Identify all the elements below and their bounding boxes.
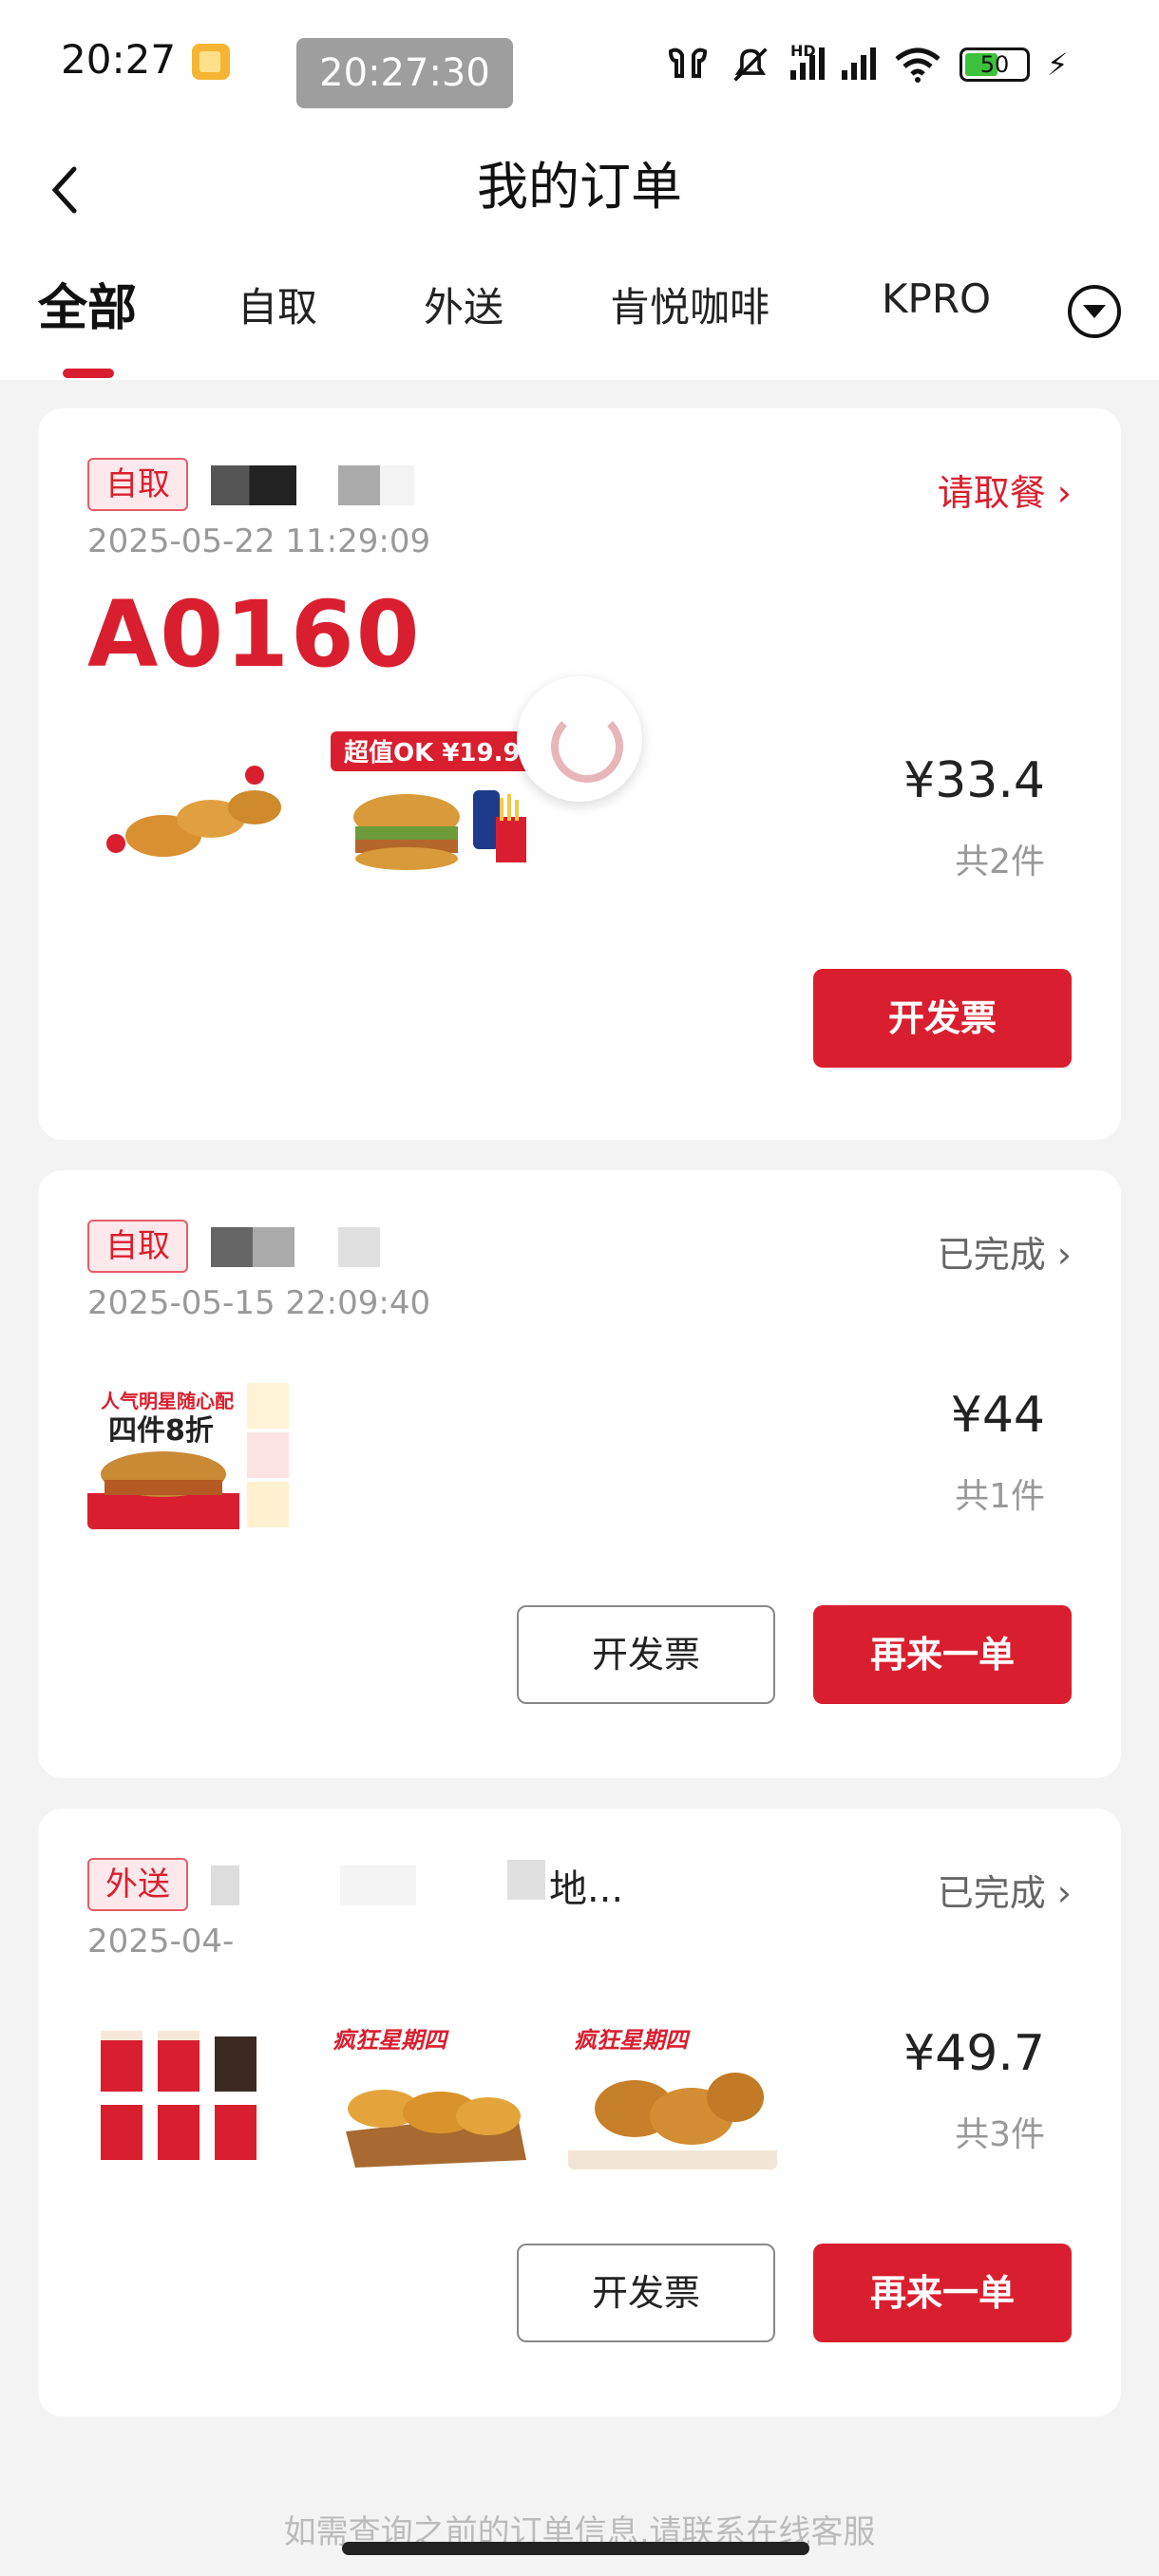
tab-kpro[interactable]: KPRO bbox=[882, 275, 991, 322]
status-bar: 20:27 20:27:30 HD 50 ⚡ bbox=[0, 0, 1159, 133]
reorder-button[interactable]: 再来一单 bbox=[813, 1605, 1072, 1704]
tab-coffee[interactable]: 肯悦咖啡 bbox=[610, 275, 770, 333]
tab-all[interactable]: 全部 bbox=[38, 268, 137, 339]
redacted-store-name bbox=[211, 1227, 294, 1267]
order-status: 请取餐 bbox=[937, 472, 1046, 514]
mute-bell-icon bbox=[733, 47, 768, 82]
pickup-code: A0160 bbox=[87, 581, 422, 688]
battery-level: 50 bbox=[979, 51, 1010, 78]
order-item-count: 共2件 bbox=[955, 843, 1045, 881]
order-datetime: 2025-05-15 22:09:40 bbox=[87, 1284, 431, 1322]
header: 我的订单 bbox=[0, 133, 1159, 247]
order-status-link[interactable]: 请取餐 › bbox=[938, 464, 1072, 516]
invoice-button[interactable]: 开发票 bbox=[517, 1605, 775, 1704]
earbuds-icon bbox=[668, 47, 708, 78]
status-time: 20:27 bbox=[61, 36, 177, 83]
wifi-icon bbox=[895, 47, 940, 83]
invoice-button[interactable]: 开发票 bbox=[517, 2244, 775, 2342]
invoice-button[interactable]: 开发票 bbox=[813, 969, 1072, 1068]
order-status: 已完成 bbox=[937, 1234, 1046, 1276]
order-price: ¥49.7 bbox=[903, 2025, 1045, 2082]
svg-text:疯狂星期四: 疯狂星期四 bbox=[332, 2027, 449, 2054]
order-item-count: 共3件 bbox=[955, 2115, 1045, 2154]
signal-2-icon bbox=[842, 46, 876, 84]
order-card[interactable]: 自取 已完成 › 2025-05-15 22:09:40 人气明星随心配 四件8… bbox=[38, 1170, 1121, 1778]
order-datetime: 2025-05-22 11:29:09 bbox=[87, 522, 431, 560]
page-title: 我的订单 bbox=[477, 157, 682, 217]
svg-text:人气明星随心配: 人气明星随心配 bbox=[101, 1390, 234, 1412]
order-type-tag: 外送 bbox=[87, 1858, 188, 1911]
network-type: HD bbox=[790, 42, 816, 60]
svg-text:四件8折: 四件8折 bbox=[108, 1414, 214, 1448]
notes-app-icon bbox=[192, 44, 230, 80]
status-icons: HD 50 ⚡ bbox=[665, 38, 1068, 91]
crispy-chicken-image: 疯狂星期四 bbox=[327, 2017, 536, 2169]
redacted-store-name bbox=[338, 465, 414, 505]
clock-overlay: 20:27:30 bbox=[296, 38, 513, 108]
fried-chicken-image bbox=[87, 731, 296, 883]
redacted-address bbox=[211, 1866, 239, 1905]
battery-icon: 50 bbox=[960, 47, 1030, 82]
order-status-link[interactable]: 已完成 › bbox=[938, 1864, 1072, 1916]
burger-promo-image: 人气明星随心配 四件8折 bbox=[87, 1379, 293, 1529]
tab-delivery[interactable]: 外送 bbox=[424, 275, 504, 333]
coffee-cups-image bbox=[87, 2017, 296, 2169]
order-type-tag: 自取 bbox=[87, 1220, 188, 1273]
delivery-address: 地... bbox=[549, 1867, 624, 1911]
redacted-address bbox=[340, 1866, 416, 1905]
order-price: ¥33.4 bbox=[903, 752, 1045, 809]
burger-combo-image: 超值OK ¥19.9 bbox=[331, 731, 549, 883]
tab-bar: 全部 自取 外送 肯悦咖啡 KPRO bbox=[0, 247, 1159, 380]
home-indicator[interactable] bbox=[342, 2542, 809, 2555]
chevron-right-icon: › bbox=[1045, 1872, 1072, 1914]
order-datetime: 2025-04- bbox=[87, 1923, 235, 1960]
tab-pickup[interactable]: 自取 bbox=[238, 275, 317, 333]
order-card[interactable]: 外送 地... 已完成 › 2025-04- 疯狂星期四 疯狂星期四 ¥49.7… bbox=[38, 1809, 1121, 2416]
order-price: ¥44 bbox=[950, 1387, 1045, 1444]
chicken-drumsticks-image: 疯狂星期四 bbox=[568, 2017, 777, 2169]
order-type-tag: 自取 bbox=[87, 458, 188, 511]
redacted-store-name bbox=[211, 465, 296, 505]
redacted-address bbox=[507, 1860, 545, 1900]
reorder-button[interactable]: 再来一单 bbox=[813, 2244, 1072, 2342]
charging-icon: ⚡ bbox=[1047, 47, 1069, 83]
combo-badge-text: 超值OK ¥19.9 bbox=[344, 739, 521, 767]
redacted-store-name bbox=[338, 1227, 380, 1267]
svg-text:疯狂星期四: 疯狂星期四 bbox=[574, 2027, 691, 2054]
chevron-right-icon: › bbox=[1045, 1234, 1072, 1276]
expand-tabs-icon[interactable] bbox=[1068, 285, 1121, 338]
chevron-right-icon: › bbox=[1045, 472, 1072, 514]
tab-active-indicator bbox=[63, 369, 114, 378]
signal-1-icon: HD bbox=[790, 42, 825, 84]
loading-spinner-icon bbox=[517, 676, 642, 802]
order-item-count: 共1件 bbox=[955, 1477, 1045, 1516]
order-status: 已完成 bbox=[937, 1872, 1046, 1914]
order-status-link[interactable]: 已完成 › bbox=[938, 1225, 1072, 1278]
